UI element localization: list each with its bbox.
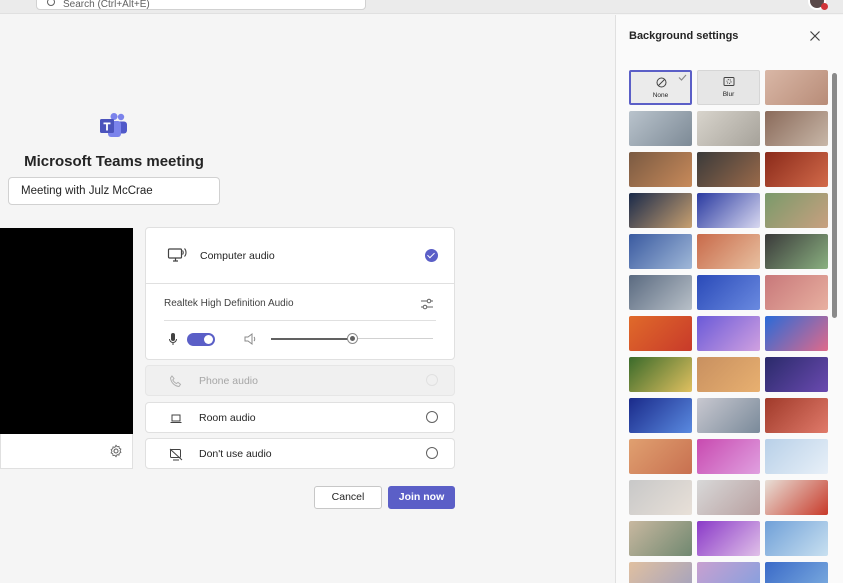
panel-title: Background settings <box>629 30 739 42</box>
background-image-tile[interactable] <box>629 398 692 433</box>
background-blur-tile[interactable]: Blur <box>697 70 760 105</box>
room-audio-option[interactable]: Room audio <box>145 402 455 433</box>
background-image-tile[interactable] <box>765 152 828 187</box>
background-image-tile[interactable] <box>765 111 828 146</box>
page-title: Microsoft Teams meeting <box>24 153 204 170</box>
no-audio-radio[interactable] <box>426 447 438 459</box>
phone-icon <box>169 375 182 388</box>
search-placeholder: Search (Ctrl+Alt+E) <box>63 0 150 10</box>
gear-icon[interactable] <box>109 444 123 458</box>
background-none-label: None <box>652 92 669 99</box>
background-image-tile[interactable] <box>697 193 760 228</box>
video-preview <box>0 228 133 434</box>
search-icon <box>47 0 55 6</box>
background-image-tile[interactable] <box>697 316 760 351</box>
background-image-tile[interactable] <box>697 111 760 146</box>
panel-scrollbar[interactable] <box>832 73 837 318</box>
background-image-tile[interactable] <box>765 316 828 351</box>
meeting-name-field[interactable] <box>8 177 220 205</box>
room-audio-label: Room audio <box>199 412 256 424</box>
speaker-volume-slider[interactable] <box>347 333 358 344</box>
computer-audio-header[interactable]: Computer audio <box>146 228 454 284</box>
background-image-tile[interactable] <box>697 234 760 269</box>
phone-audio-option: Phone audio <box>145 365 455 396</box>
microphone-toggle[interactable] <box>187 333 215 346</box>
title-bar: Search (Ctrl+Alt+E) <box>0 0 843 14</box>
background-image-tile[interactable] <box>765 398 828 433</box>
computer-audio-card[interactable]: Computer audio Realtek High Definition A… <box>145 227 455 360</box>
background-settings-panel: Background settings None Blur <box>615 15 843 583</box>
computer-audio-label: Computer audio <box>200 250 275 262</box>
check-icon <box>678 74 687 81</box>
background-image-tile[interactable] <box>697 439 760 474</box>
background-image-tile[interactable] <box>765 357 828 392</box>
background-none-tile[interactable]: None <box>629 70 692 105</box>
computer-audio-icon <box>167 248 187 262</box>
selected-check-icon[interactable] <box>425 249 438 262</box>
video-controls-bar <box>0 434 133 469</box>
background-image-tile[interactable] <box>697 521 760 556</box>
background-image-tile[interactable] <box>697 398 760 433</box>
search-box[interactable]: Search (Ctrl+Alt+E) <box>36 0 366 10</box>
background-image-tile[interactable] <box>697 152 760 187</box>
background-image-tile[interactable] <box>629 521 692 556</box>
background-blur-label: Blur <box>722 91 735 98</box>
microphone-icon <box>169 333 177 345</box>
none-icon <box>656 77 667 88</box>
audio-device-name: Realtek High Definition Audio <box>164 298 294 309</box>
background-image-tile[interactable] <box>765 439 828 474</box>
background-image-tile[interactable] <box>629 234 692 269</box>
background-image-tile[interactable] <box>629 275 692 310</box>
phone-audio-radio <box>426 374 438 386</box>
cancel-button[interactable]: Cancel <box>314 486 382 509</box>
background-image-tile[interactable] <box>629 480 692 515</box>
background-image-tile[interactable] <box>765 521 828 556</box>
prejoin-area: Microsoft Teams meeting Computer audio R… <box>0 15 615 583</box>
room-audio-icon <box>170 414 182 423</box>
background-image-tile[interactable] <box>697 357 760 392</box>
room-audio-radio[interactable] <box>426 411 438 423</box>
background-image-tile[interactable] <box>697 275 760 310</box>
device-settings-icon[interactable] <box>420 297 434 311</box>
background-image-tile[interactable] <box>629 357 692 392</box>
background-image-tile[interactable] <box>765 480 828 515</box>
blur-icon <box>723 77 735 86</box>
divider <box>164 320 436 321</box>
background-image-tile[interactable] <box>629 193 692 228</box>
background-image-tile[interactable] <box>697 480 760 515</box>
background-image-tile[interactable] <box>765 562 828 583</box>
no-audio-label: Don't use audio <box>199 448 272 460</box>
no-audio-icon <box>169 448 183 461</box>
background-image-tile[interactable] <box>629 111 692 146</box>
background-image-tile[interactable] <box>629 316 692 351</box>
no-audio-option[interactable]: Don't use audio <box>145 438 455 469</box>
background-image-tile[interactable] <box>765 70 828 105</box>
teams-logo-icon <box>100 113 127 137</box>
speaker-volume-fill <box>271 338 353 340</box>
phone-audio-label: Phone audio <box>199 375 258 387</box>
background-image-tile[interactable] <box>697 562 760 583</box>
background-image-tile[interactable] <box>765 275 828 310</box>
avatar[interactable] <box>808 0 828 10</box>
background-image-tile[interactable] <box>629 562 692 583</box>
background-image-tile[interactable] <box>765 234 828 269</box>
speaker-icon <box>244 333 256 345</box>
close-icon[interactable] <box>809 30 821 42</box>
status-dot <box>821 3 828 10</box>
background-image-tile[interactable] <box>629 439 692 474</box>
background-image-tile[interactable] <box>765 193 828 228</box>
join-now-button[interactable]: Join now <box>388 486 455 509</box>
background-image-tile[interactable] <box>629 152 692 187</box>
